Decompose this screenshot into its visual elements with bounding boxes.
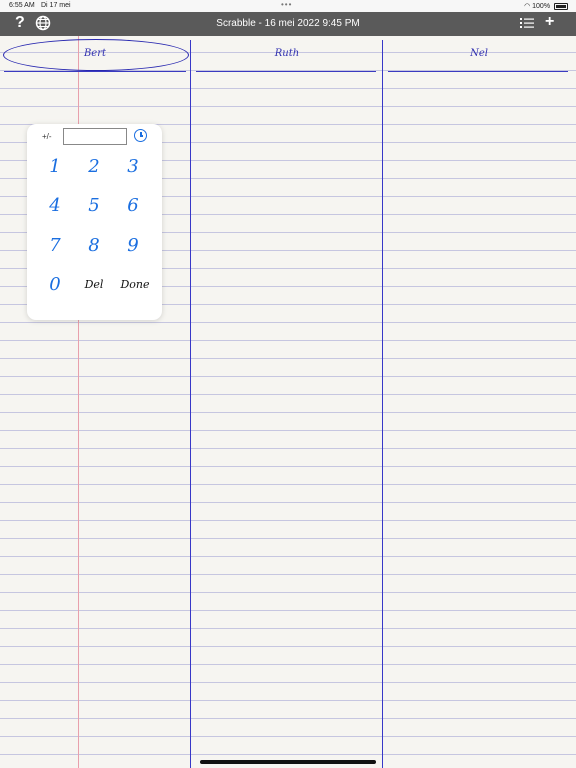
delete-button[interactable]: Del [76, 270, 112, 300]
header-underline [196, 71, 376, 72]
key-1[interactable]: 1 [37, 152, 73, 182]
status-time: 6:55 AM [9, 2, 35, 9]
status-date: Di 17 mei [41, 2, 71, 9]
key-0[interactable]: 0 [37, 270, 73, 300]
key-2[interactable]: 2 [76, 152, 112, 182]
key-4[interactable]: 4 [37, 191, 73, 221]
battery-icon [554, 2, 568, 10]
key-9[interactable]: 9 [115, 231, 151, 261]
player-name-bert[interactable]: Bert [0, 48, 190, 59]
wifi-icon: ◠ [524, 3, 531, 10]
player-name-nel[interactable]: Nel [384, 48, 574, 59]
clock-icon[interactable] [134, 129, 147, 142]
player-name-ruth[interactable]: Ruth [192, 48, 382, 59]
header-underline [4, 71, 186, 72]
add-icon[interactable]: + [545, 13, 554, 31]
toolbar: ? Scrabble - 16 mei 2022 9:45 PM + [0, 12, 576, 36]
key-8[interactable]: 8 [76, 231, 112, 261]
battery-label: 100% [532, 3, 551, 10]
multitask-dots-icon[interactable]: ••• [281, 0, 292, 9]
header-underline [388, 71, 568, 72]
key-7[interactable]: 7 [37, 231, 73, 261]
plus-minus-button[interactable]: +/- [42, 132, 52, 141]
status-bar: 6:55 AM Di 17 mei ••• ◠ 100% [0, 0, 576, 12]
home-indicator[interactable] [200, 760, 376, 764]
key-6[interactable]: 6 [115, 191, 151, 221]
number-keypad: +/- 1 2 3 4 5 6 7 8 9 0 Del Done [27, 124, 162, 320]
column-divider [190, 40, 191, 768]
key-5[interactable]: 5 [76, 191, 112, 221]
column-divider [382, 40, 383, 768]
page-title: Scrabble - 16 mei 2022 9:45 PM [216, 18, 360, 29]
status-right: ◠ 100% [524, 2, 568, 10]
key-3[interactable]: 3 [115, 152, 151, 182]
list-icon[interactable] [520, 16, 534, 34]
done-button[interactable]: Done [115, 270, 155, 300]
score-entry-field[interactable] [63, 128, 127, 145]
